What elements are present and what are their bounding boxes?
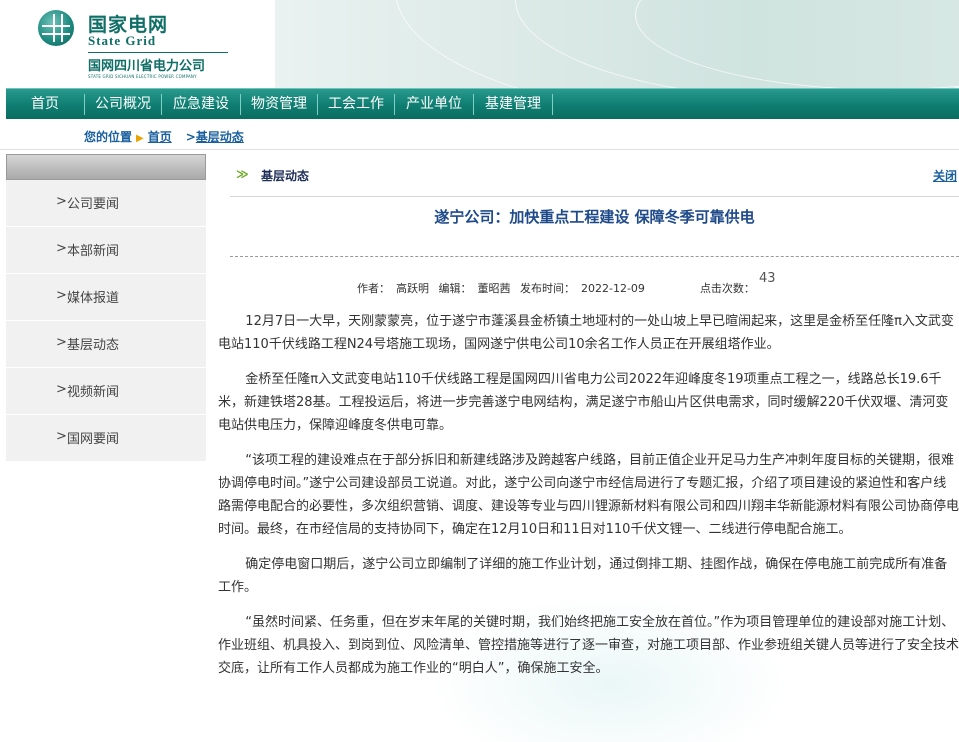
- sidebar-item-sgcc-news[interactable]: > 国网要闻: [6, 415, 206, 462]
- section-divider: [230, 196, 959, 197]
- page-header: 国家电网 State Grid 国网四川省电力公司 STATE GRID SIC…: [0, 0, 959, 88]
- sidebar-item-label: 基层动态: [67, 338, 120, 353]
- editor-value: 董昭茜: [477, 282, 511, 295]
- chevron-right-icon: >: [56, 429, 67, 444]
- sidebar-item-label: 本部新闻: [67, 244, 120, 259]
- chevron-right-icon: >: [56, 335, 67, 350]
- nav-item-materials[interactable]: 物资管理: [241, 89, 317, 120]
- globe-logo-icon: [38, 10, 74, 46]
- chevron-right-icon: >: [56, 241, 67, 256]
- sidebar-item-label: 公司要闻: [67, 197, 120, 212]
- sidebar-item-hq-news[interactable]: > 本部新闻: [6, 227, 206, 274]
- close-link[interactable]: 关闭: [933, 167, 957, 184]
- article-paragraph: 确定停电窗口期后，遂宁公司立即编制了详细的施工作业计划，通过倒排工期、挂图作战，…: [218, 557, 948, 595]
- hits-count: 43: [759, 271, 776, 286]
- author-label: 作者：: [357, 282, 390, 295]
- hits-label: 点击次数：: [699, 282, 755, 295]
- editor-label: 编辑：: [438, 282, 472, 295]
- logo-divider: [88, 52, 228, 53]
- sidebar-item-company-news[interactable]: > 公司要闻: [6, 180, 206, 227]
- article-paragraph: “该项工程的建设难点在于部分拆旧和新建线路涉及跨越客户线路，目前正值企业开足马力…: [218, 453, 959, 537]
- triangle-right-icon: ▶: [136, 133, 144, 144]
- sidebar-item-label: 视频新闻: [67, 385, 120, 400]
- sidebar-item-media-reports[interactable]: > 媒体报道: [6, 274, 206, 321]
- double-chevron-icon: ≫: [236, 167, 249, 181]
- breadcrumb-current-link[interactable]: 基层动态: [196, 128, 244, 145]
- breadcrumb-label: 您的位置: [84, 130, 133, 144]
- sidebar-header-bar: [6, 154, 206, 180]
- nav-item-home[interactable]: 首页: [6, 89, 84, 120]
- main-nav: 首页 公司概况 应急建设 物资管理 工会工作 产业单位 基建管理: [6, 88, 959, 119]
- company-name-cn: 国网四川省电力公司: [88, 59, 206, 74]
- sidebar: > 公司要闻 > 本部新闻 > 媒体报道 > 基层动态 > 视频新闻 > 国网要…: [6, 154, 206, 742]
- chevron-right-icon: >: [56, 288, 67, 303]
- author-value: 高跃明: [396, 282, 429, 295]
- section-title: 基层动态: [261, 169, 310, 183]
- date-value: 2022-12-09: [581, 282, 645, 295]
- article-body: 12月7日一大早，天刚蒙蒙亮，位于遂宁市蓬溪县金桥镇土地垭村的一处山坡上早已暄闹…: [218, 310, 959, 692]
- date-label: 发布时间：: [520, 282, 575, 295]
- brand-logo[interactable]: 国家电网 State Grid 国网四川省电力公司 STATE GRID SIC…: [38, 8, 278, 83]
- sidebar-item-video-news[interactable]: > 视频新闻: [6, 368, 206, 415]
- nav-item-company-profile[interactable]: 公司概况: [85, 89, 161, 120]
- chevron-right-icon: >: [56, 382, 67, 397]
- title-divider: [230, 256, 959, 257]
- nav-item-infrastructure[interactable]: 基建管理: [474, 89, 552, 120]
- article-paragraph: “虽然时间紧、任务重，但在岁末年尾的关键时期，我们始终把施工安全放在首位。”作为…: [218, 615, 959, 676]
- brand-name-en: State Grid: [88, 33, 157, 48]
- breadcrumb-divider: [0, 149, 959, 150]
- sidebar-item-label: 媒体报道: [67, 291, 120, 306]
- sidebar-item-label: 国网要闻: [67, 432, 120, 447]
- article-area: ≫ 基层动态 关闭 遂宁公司：加快重点工程建设 保障冬季可靠供电 作者： 高跃明 …: [218, 154, 959, 742]
- chevron-right-icon: >: [185, 130, 196, 144]
- nav-item-emergency[interactable]: 应急建设: [162, 89, 240, 120]
- article-paragraph: 12月7日一大早，天刚蒙蒙亮，位于遂宁市蓬溪县金桥镇土地垭村的一处山坡上早已暄闹…: [218, 314, 954, 352]
- article-title: 遂宁公司：加快重点工程建设 保障冬季可靠供电: [434, 208, 755, 226]
- breadcrumb: 您的位置 ▶ 首页 >基层动态: [84, 128, 244, 145]
- breadcrumb-home-link[interactable]: 首页: [148, 128, 172, 145]
- sidebar-item-grassroots[interactable]: > 基层动态: [6, 321, 206, 368]
- nav-divider: [552, 94, 553, 115]
- company-name-en: STATE GRID SICHUAN ELECTRIC POWER COMPAN…: [88, 74, 197, 79]
- header-banner-art: [275, 0, 959, 88]
- article-paragraph: 金桥至任隆π入文武变电站110千伏线路工程是国网四川省电力公司2022年迎峰度冬…: [218, 372, 949, 433]
- chevron-right-icon: >: [56, 194, 67, 209]
- nav-item-union[interactable]: 工会工作: [318, 89, 394, 120]
- nav-item-industry[interactable]: 产业单位: [395, 89, 473, 120]
- article-meta: 作者： 高跃明 编辑： 董昭茜 发布时间： 2022-12-09 点击次数：: [357, 280, 761, 296]
